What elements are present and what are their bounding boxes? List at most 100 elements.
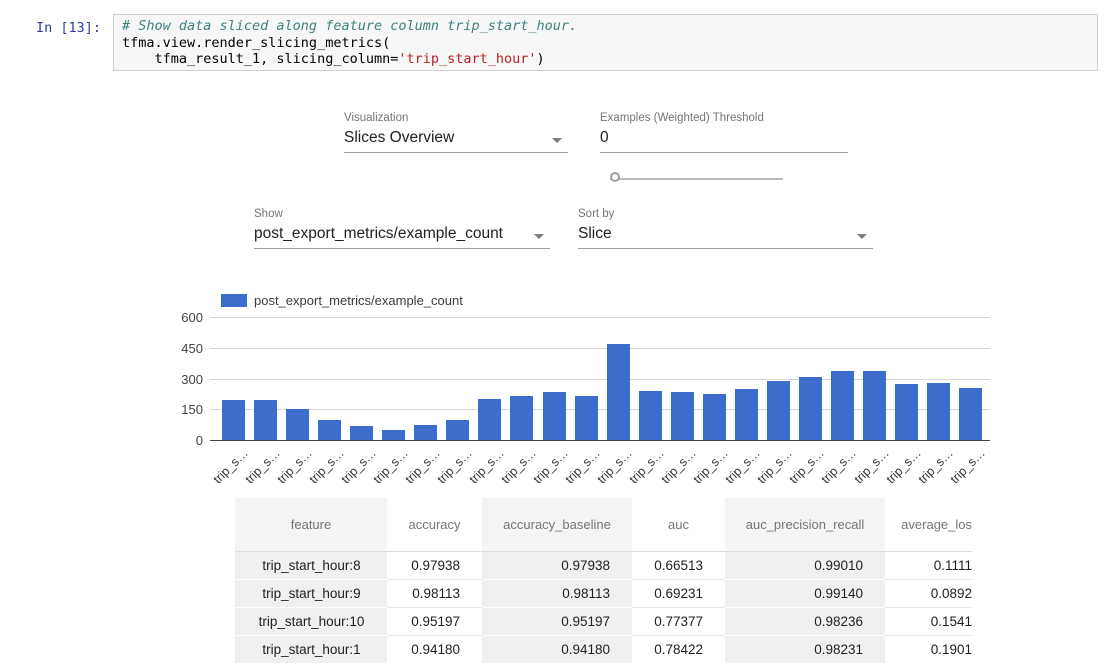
x-axis-tick-label: trip_s… bbox=[583, 446, 635, 498]
x-axis-tick-label: trip_s… bbox=[615, 446, 667, 498]
sort-by-dropdown[interactable]: Sort by Slice bbox=[578, 208, 873, 249]
threshold-slider[interactable] bbox=[610, 178, 783, 180]
feature-cell: trip_start_hour:1 bbox=[235, 635, 387, 663]
show-dropdown[interactable]: Show post_export_metrics/example_count bbox=[254, 208, 550, 249]
visualization-dropdown[interactable]: Visualization Slices Overview bbox=[344, 112, 568, 153]
metric-cell: 0.98236 bbox=[725, 607, 885, 635]
code-close-paren: ) bbox=[537, 51, 545, 67]
metric-cell: 0.1901 bbox=[885, 635, 972, 663]
metric-cell: 0.99010 bbox=[725, 551, 885, 579]
metric-cell: 0.97938 bbox=[482, 551, 632, 579]
x-axis-tick-label: trip_s… bbox=[230, 446, 282, 498]
table-row: trip_start_hour:100.951970.951970.773770… bbox=[235, 607, 972, 635]
bar[interactable] bbox=[510, 396, 533, 440]
feature-cell: trip_start_hour:10 bbox=[235, 607, 387, 635]
x-axis-tick-label: trip_s… bbox=[903, 446, 955, 498]
metric-cell: 0.98113 bbox=[482, 579, 632, 607]
gridline bbox=[210, 348, 990, 349]
visualization-value: Slices Overview bbox=[344, 129, 568, 147]
sort-by-value: Slice bbox=[578, 225, 873, 243]
bar[interactable] bbox=[350, 426, 373, 440]
show-label: Show bbox=[254, 208, 550, 220]
x-axis-tick-label: trip_s… bbox=[871, 446, 923, 498]
bar[interactable] bbox=[607, 344, 630, 440]
bar[interactable] bbox=[735, 389, 758, 440]
metric-cell: 0.98113 bbox=[387, 579, 482, 607]
code-string: 'trip_start_hour' bbox=[398, 51, 536, 67]
bar[interactable] bbox=[286, 409, 309, 440]
bar[interactable] bbox=[767, 381, 790, 440]
chevron-down-icon bbox=[857, 234, 867, 239]
table-header-row: featureaccuracyaccuracy_baselineaucauc_p… bbox=[235, 498, 972, 551]
table-row: trip_start_hour:80.979380.979380.665130.… bbox=[235, 551, 972, 579]
bar[interactable] bbox=[543, 392, 566, 440]
bar[interactable] bbox=[414, 425, 437, 440]
table-row: trip_start_hour:10.941800.941800.784220.… bbox=[235, 635, 972, 663]
bar[interactable] bbox=[959, 388, 982, 440]
bar[interactable] bbox=[863, 371, 886, 440]
metric-cell: 0.0892 bbox=[885, 579, 972, 607]
code-text: # Show data sliced along feature column … bbox=[122, 18, 1089, 68]
chevron-down-icon bbox=[552, 138, 562, 143]
bar[interactable] bbox=[478, 399, 501, 440]
x-axis-tick-label: trip_s… bbox=[262, 446, 314, 498]
y-axis-tick-label: 600 bbox=[161, 310, 203, 325]
y-axis-tick-label: 450 bbox=[161, 341, 203, 356]
metric-cell: 0.69231 bbox=[632, 579, 725, 607]
metric-cell: 0.77377 bbox=[632, 607, 725, 635]
x-axis-tick-label: trip_s… bbox=[519, 446, 571, 498]
column-header: auc_precision_recall bbox=[725, 498, 885, 551]
metric-cell: 0.95197 bbox=[482, 607, 632, 635]
x-axis-tick-label: trip_s… bbox=[422, 446, 474, 498]
field-underline bbox=[344, 152, 568, 153]
table-row: trip_start_hour:90.981130.981130.692310.… bbox=[235, 579, 972, 607]
bar[interactable] bbox=[927, 383, 950, 440]
metric-cell: 0.1541 bbox=[885, 607, 972, 635]
y-axis-tick-label: 150 bbox=[161, 402, 203, 417]
field-underline bbox=[578, 248, 873, 249]
feature-cell: trip_start_hour:9 bbox=[235, 579, 387, 607]
bar[interactable] bbox=[671, 392, 694, 440]
metric-cell: 0.95197 bbox=[387, 607, 482, 635]
x-axis-tick-label: trip_s… bbox=[743, 446, 795, 498]
bar[interactable] bbox=[895, 384, 918, 440]
metric-cell: 0.78422 bbox=[632, 635, 725, 663]
code-comment: # Show data sliced along feature column … bbox=[122, 18, 577, 34]
metrics-table-container: featureaccuracyaccuracy_baselineaucauc_p… bbox=[235, 498, 972, 668]
bar[interactable] bbox=[254, 400, 277, 440]
column-header: average_los bbox=[885, 498, 972, 551]
bar[interactable] bbox=[382, 430, 405, 440]
metric-cell: 0.99140 bbox=[725, 579, 885, 607]
x-axis-tick-label: trip_s… bbox=[647, 446, 699, 498]
field-underline bbox=[254, 248, 550, 249]
bar[interactable] bbox=[446, 420, 469, 441]
legend-swatch-icon bbox=[221, 294, 247, 307]
x-axis-tick-label: trip_s… bbox=[839, 446, 891, 498]
bar[interactable] bbox=[318, 420, 341, 440]
show-value: post_export_metrics/example_count bbox=[254, 225, 550, 243]
bar[interactable] bbox=[831, 371, 854, 440]
slider-handle[interactable] bbox=[610, 172, 620, 182]
bar[interactable] bbox=[222, 400, 245, 440]
x-axis-tick-label: trip_s… bbox=[679, 446, 731, 498]
bar[interactable] bbox=[575, 396, 598, 440]
x-axis-line bbox=[210, 440, 990, 441]
column-header: feature bbox=[235, 498, 387, 551]
threshold-input[interactable]: Examples (Weighted) Threshold 0 bbox=[600, 112, 848, 153]
notebook-page: In [13]: # Show data sliced along featur… bbox=[0, 0, 1111, 668]
metric-cell: 0.1111 bbox=[885, 551, 972, 579]
x-axis-tick-label: trip_s… bbox=[358, 446, 410, 498]
bar[interactable] bbox=[639, 391, 662, 440]
code-line-3: tfma_result_1, slicing_column= bbox=[122, 51, 398, 67]
cell-prompt: In [13]: bbox=[36, 20, 101, 36]
x-axis-tick-label: trip_s… bbox=[807, 446, 859, 498]
bar[interactable] bbox=[703, 394, 726, 440]
bar[interactable] bbox=[799, 377, 822, 440]
chevron-down-icon bbox=[534, 234, 544, 239]
field-underline bbox=[600, 152, 848, 153]
y-axis-tick-label: 300 bbox=[161, 372, 203, 387]
x-axis-tick-label: trip_s… bbox=[487, 446, 539, 498]
gridline bbox=[210, 317, 990, 318]
legend-label: post_export_metrics/example_count bbox=[254, 293, 463, 308]
code-cell[interactable]: # Show data sliced along feature column … bbox=[113, 14, 1098, 71]
